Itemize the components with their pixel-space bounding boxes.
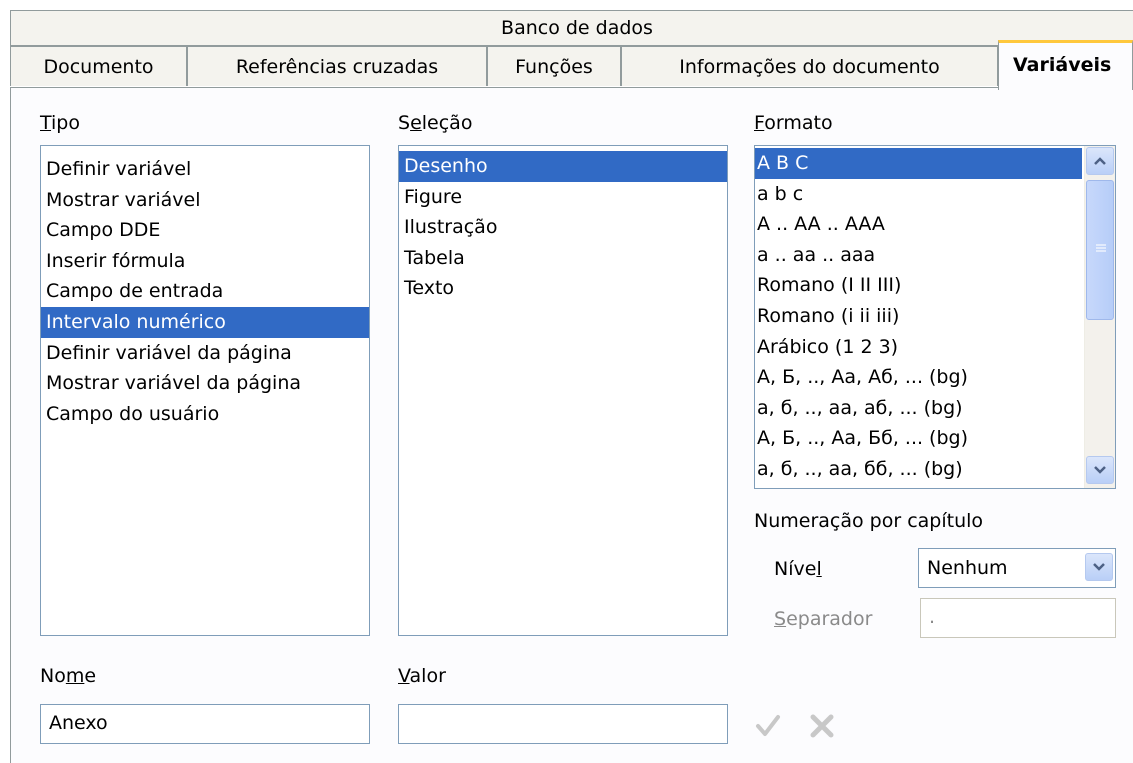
formato-item[interactable]: а, б, .., аа, бб, ... (bg): [755, 454, 1082, 485]
selecao-label: Seleção: [398, 112, 472, 134]
tab-banco-de-dados[interactable]: Banco de dados: [10, 10, 1133, 46]
formato-item[interactable]: a b c: [755, 179, 1082, 210]
scroll-thumb[interactable]: [1086, 180, 1114, 320]
tipo-item[interactable]: Definir variável: [41, 154, 369, 185]
nivel-label-a: Níve: [774, 558, 817, 580]
tab-label: Documento: [43, 56, 154, 78]
formato-item[interactable]: Romano (I II III): [755, 270, 1082, 301]
tipo-item[interactable]: Definir variável da página: [41, 338, 369, 369]
tab-label: Informações do documento: [679, 56, 940, 78]
formato-item[interactable]: А, Б, .., Аа, Бб, ... (bg): [755, 423, 1082, 454]
nivel-dropdown[interactable]: Nenhum: [918, 548, 1116, 588]
scroll-up-button[interactable]: [1086, 147, 1114, 175]
formato-item[interactable]: Romano (i ii iii): [755, 301, 1082, 332]
tipo-item[interactable]: Campo DDE: [41, 215, 369, 246]
nome-label: Nome: [40, 665, 96, 687]
tab-label: Banco de dados: [501, 17, 653, 39]
tipo-label-mnemonic: T: [40, 112, 52, 134]
tipo-item[interactable]: Mostrar variável da página: [41, 368, 369, 399]
tab-label: Referências cruzadas: [235, 56, 439, 78]
chevron-up-icon: [1094, 157, 1106, 165]
valor-label-mnemonic: V: [398, 665, 410, 687]
tipo-item[interactable]: Campo de entrada: [41, 276, 369, 307]
formato-scrollbar[interactable]: [1084, 146, 1115, 488]
nivel-label: Nível: [774, 558, 822, 580]
formato-item[interactable]: Arábico (1 2 3): [755, 332, 1082, 363]
separador-label-mnemonic: S: [774, 608, 787, 630]
tab-label: Funções: [515, 56, 593, 78]
tab-informacoes-do-documento[interactable]: Informações do documento: [621, 46, 998, 86]
valor-input[interactable]: [398, 704, 728, 744]
separador-label: Separador: [774, 608, 872, 630]
apply-button[interactable]: [754, 712, 782, 740]
formato-label-rest: ormato: [764, 112, 833, 134]
selecao-item[interactable]: Tabela: [399, 243, 727, 274]
x-icon: [810, 714, 834, 738]
nome-input[interactable]: Anexo: [40, 704, 370, 744]
tipo-item[interactable]: Inserir fórmula: [41, 246, 369, 277]
tipo-item[interactable]: Mostrar variável: [41, 185, 369, 216]
formato-list[interactable]: A B Ca b cA .. AA .. AAA a .. aa .. aaa Ro…: [754, 145, 1116, 489]
scroll-down-button[interactable]: [1086, 456, 1114, 484]
chevron-down-icon: [1094, 466, 1106, 474]
selecao-label-mnemonic: e: [410, 112, 422, 134]
valor-label-rest: alor: [409, 665, 446, 687]
selecao-list[interactable]: Desenho Figure Ilustração Tabela Texto: [398, 145, 728, 636]
tab-referencias-cruzadas[interactable]: Referências cruzadas: [187, 46, 487, 86]
grip-icon: [1096, 244, 1106, 252]
selecao-item[interactable]: Ilustração: [399, 212, 727, 243]
valor-label: Valor: [398, 665, 446, 687]
numeracao-label: Numeração por capítulo: [754, 510, 984, 532]
formato-items: A B Ca b cA .. AA .. AAA a .. aa .. aaa Ro…: [755, 148, 1082, 485]
check-icon: [756, 715, 780, 736]
tipo-label: Tipo: [40, 112, 80, 134]
chevron-down-icon: [1093, 563, 1105, 571]
formato-item[interactable]: А, Б, .., Аа, Аб, ... (bg): [755, 362, 1082, 393]
tipo-item[interactable]: Intervalo numérico: [41, 306, 369, 338]
nivel-label-mnemonic: l: [816, 558, 822, 580]
tab-label: Variáveis: [1013, 54, 1112, 76]
nome-label-a: No: [40, 665, 66, 687]
formato-item[interactable]: а, б, .., аа, аб, ... (bg): [755, 393, 1082, 424]
dropdown-button[interactable]: [1085, 553, 1113, 581]
tipo-item[interactable]: Campo do usuário: [41, 399, 369, 430]
nome-label-rest: e: [84, 665, 97, 687]
delete-button[interactable]: [808, 712, 836, 740]
tab-funcoes[interactable]: Funções: [487, 46, 621, 86]
tab-documento[interactable]: Documento: [10, 46, 187, 86]
selecao-item[interactable]: Texto: [399, 273, 727, 304]
separador-input[interactable]: .: [920, 598, 1116, 638]
nome-label-mnemonic: m: [65, 665, 85, 687]
formato-label-mnemonic: F: [754, 112, 765, 134]
tab-variaveis[interactable]: Variáveis: [998, 40, 1133, 90]
nivel-value: Nenhum: [927, 557, 1008, 579]
separador-label-rest: eparador: [786, 608, 873, 630]
tipo-label-rest: ipo: [51, 112, 80, 134]
tipo-list[interactable]: Definir variável Mostrar variável Campo DD…: [40, 145, 370, 636]
formato-label: Formato: [754, 112, 833, 134]
selecao-item[interactable]: Figure: [399, 182, 727, 213]
selecao-label-rest: leção: [421, 112, 473, 134]
selecao-item[interactable]: Desenho: [399, 151, 727, 182]
formato-item[interactable]: a .. aa .. aaa: [755, 240, 1082, 271]
selecao-label-a: S: [398, 112, 411, 134]
formato-item[interactable]: A .. AA .. AAA: [755, 209, 1082, 240]
formato-item[interactable]: A B C: [755, 148, 1082, 179]
